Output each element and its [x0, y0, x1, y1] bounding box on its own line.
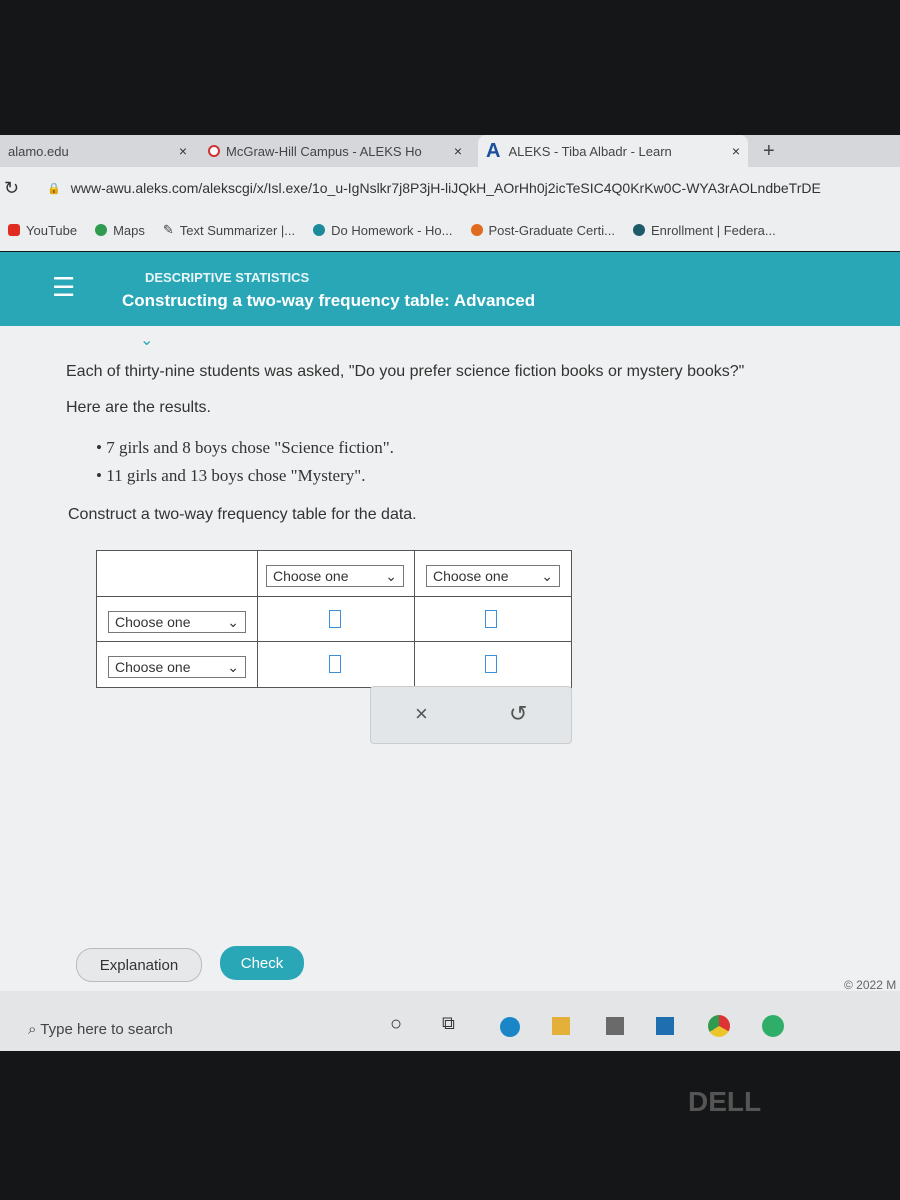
explanation-button[interactable]: Explanation: [76, 948, 202, 982]
bullet-text: 11 girls and 13 boys chose "Mystery".: [106, 466, 366, 485]
instruction: Construct a two-way frequency table for …: [68, 506, 417, 523]
search-placeholder: Type here to search: [40, 1021, 173, 1038]
bullet-item: • 7 girls and 8 boys chose "Science fict…: [96, 438, 394, 457]
bullet-item: • 11 girls and 13 boys chose "Mystery".: [96, 466, 366, 485]
tab-bar: alamo.edu × McGraw-Hill Campus - ALEKS Ho…: [0, 135, 900, 167]
results-label: Here are the results.: [66, 399, 211, 416]
p-icon: [313, 224, 326, 236]
store-icon[interactable]: [606, 1017, 624, 1035]
check-button[interactable]: Check: [220, 946, 304, 980]
bookmark-do-homework[interactable]: Do Homework - Ho...: [313, 222, 453, 238]
aleks-logo-icon: A: [486, 139, 501, 162]
tab-aleks[interactable]: A ALEKS - Tiba Albadr - Learn ×: [478, 135, 748, 167]
edge-dev-icon[interactable]: [762, 1015, 784, 1037]
quill-icon: ✎: [162, 222, 174, 237]
close-tab-icon[interactable]: ×: [454, 143, 462, 159]
youtube-icon: [8, 224, 20, 236]
chevron-down-icon: ⌄: [227, 658, 239, 675]
tab-alamo[interactable]: alamo.edu ×: [0, 135, 195, 167]
mail-icon[interactable]: [656, 1017, 674, 1035]
cortana-icon[interactable]: ○: [390, 1013, 402, 1036]
cell-input[interactable]: [485, 610, 497, 628]
copyright: © 2022 M: [844, 978, 897, 992]
clear-button[interactable]: ×: [415, 701, 428, 727]
chrome-icon[interactable]: [708, 1015, 730, 1037]
bookmark-label: YouTube: [26, 222, 78, 238]
tab-mcgraw[interactable]: McGraw-Hill Campus - ALEKS Ho ×: [200, 135, 470, 167]
undo-button[interactable]: ↺: [509, 701, 527, 727]
chevron-down-icon: ⌄: [541, 567, 553, 584]
close-tab-icon[interactable]: ×: [732, 143, 740, 159]
answer-tools: × ↺: [370, 686, 572, 744]
taskbar: ⌕ Type here to search ○ ⧉: [0, 991, 900, 1051]
tab-label: alamo.edu: [8, 143, 69, 159]
cell-input[interactable]: [329, 610, 341, 628]
column-header-select[interactable]: Choose one ⌄: [426, 565, 560, 587]
new-tab-button[interactable]: +: [755, 135, 783, 167]
bookmark-label: Do Homework - Ho...: [331, 222, 453, 238]
taskbar-search[interactable]: ⌕ Type here to search: [28, 1021, 173, 1038]
chevron-down-icon[interactable]: ⌄: [140, 330, 153, 350]
bullet-text: 7 girls and 8 boys chose "Science fictio…: [106, 438, 394, 457]
task-view-icon[interactable]: ⧉: [442, 1013, 455, 1034]
bookmark-youtube[interactable]: YouTube: [8, 223, 77, 238]
chevron-down-icon: ⌄: [227, 613, 239, 630]
fsa-icon: [632, 224, 645, 236]
column-header-select[interactable]: Choose one ⌄: [266, 565, 404, 587]
bookmark-label: Text Summarizer |...: [179, 222, 296, 238]
tab-label: McGraw-Hill Campus - ALEKS Ho: [226, 143, 422, 159]
shield-icon: [470, 224, 483, 236]
bookmark-label: Maps: [113, 222, 145, 238]
problem-area: ⌄ Each of thirty-nine students was asked…: [0, 326, 900, 992]
problem-intro: Each of thirty-nine students was asked, …: [66, 363, 745, 380]
frequency-table: Choose one ⌄ Choose one ⌄ Choose one ⌄ Choo…: [96, 550, 572, 688]
dell-logo: DELL: [688, 1086, 762, 1117]
address-bar-row: ↻ 🔒 www-awu.aleks.com/alekscgi/x/Isl.exe…: [0, 167, 900, 209]
chevron-down-icon: ⌄: [385, 567, 397, 584]
bookmark-label: Enrollment | Federa...: [650, 222, 776, 238]
cell-input[interactable]: [485, 655, 497, 673]
select-value: Choose one: [115, 659, 191, 675]
page-title: Constructing a two-way frequency table: …: [122, 291, 536, 310]
url-field[interactable]: www-awu.aleks.com/alekscgi/x/Isl.exe/1o_…: [71, 180, 821, 196]
file-explorer-icon[interactable]: [552, 1017, 570, 1035]
bookmark-text-summarizer[interactable]: ✎ Text Summarizer |...: [163, 222, 295, 238]
mcgraw-icon: [208, 145, 220, 157]
reload-icon[interactable]: ↻: [4, 178, 19, 199]
close-tab-icon[interactable]: ×: [179, 143, 187, 159]
select-value: Choose one: [115, 614, 191, 630]
bookmark-post-graduate[interactable]: Post-Graduate Certi...: [470, 222, 615, 238]
cell-input[interactable]: [329, 655, 341, 673]
row-header-select[interactable]: Choose one ⌄: [108, 656, 246, 678]
bookmark-enrollment[interactable]: Enrollment | Federa...: [632, 222, 776, 238]
menu-icon[interactable]: ☰: [52, 272, 75, 303]
maps-pin-icon: [95, 224, 108, 236]
row-header-select[interactable]: Choose one ⌄: [108, 611, 246, 633]
search-icon: ⌕: [28, 1021, 41, 1038]
bookmarks-bar: YouTube Maps ✎ Text Summarizer |... Do Ho…: [0, 209, 900, 251]
bookmark-maps[interactable]: Maps: [95, 223, 145, 238]
edge-icon[interactable]: [500, 1017, 520, 1037]
select-value: Choose one: [273, 568, 349, 584]
topic-header: ☰ DESCRIPTIVE STATISTICS Constructing a …: [0, 252, 900, 326]
lock-icon[interactable]: 🔒: [47, 182, 61, 195]
select-value: Choose one: [433, 568, 509, 584]
tab-label: ALEKS - Tiba Albadr - Learn: [508, 143, 672, 159]
topic-category: DESCRIPTIVE STATISTICS: [145, 270, 310, 285]
bookmark-label: Post-Graduate Certi...: [488, 222, 615, 238]
